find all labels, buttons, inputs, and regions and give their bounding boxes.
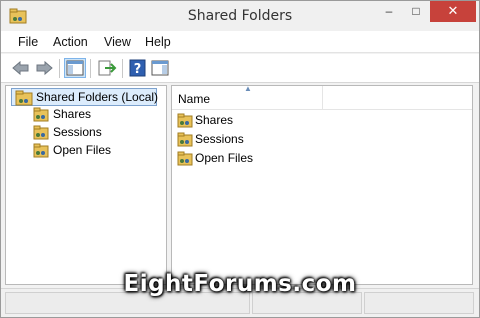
menu-bar: File Action View Help: [1, 31, 479, 53]
console-tree-pane[interactable]: Shared Folders (Local) Shares Sessions O…: [5, 85, 167, 285]
forward-arrow-icon[interactable]: [33, 58, 55, 78]
tree-item-sessions[interactable]: Sessions: [33, 124, 143, 142]
list-item-label: Sessions: [195, 132, 244, 146]
tree-root-label: Shared Folders (Local): [36, 90, 159, 104]
list-item-label: Shares: [195, 113, 234, 127]
menu-view[interactable]: View: [104, 35, 131, 49]
close-button[interactable]: ✕: [430, 1, 476, 22]
show-hide-console-tree-icon[interactable]: [64, 58, 86, 78]
toolbar-separator: [122, 59, 123, 78]
tree-item-label: Shares: [53, 107, 92, 121]
list-item-label: Open Files: [195, 151, 254, 165]
column-header-name[interactable]: Name ▲: [172, 84, 472, 110]
sessions-folder-icon: [33, 125, 49, 140]
tree-item-open-files[interactable]: Open Files: [33, 142, 143, 160]
shares-folder-icon: [177, 113, 193, 128]
title-bar[interactable]: Shared Folders – □ ✕: [1, 1, 479, 31]
column-divider[interactable]: [322, 86, 323, 109]
open-files-folder-icon: [177, 151, 193, 166]
tree-item-label: Open Files: [53, 143, 112, 157]
shares-folder-icon: [33, 107, 49, 122]
toolbar: ?: [1, 54, 479, 83]
minimize-button[interactable]: –: [376, 1, 402, 22]
svg-text:?: ?: [134, 62, 142, 77]
help-icon[interactable]: ?: [127, 58, 149, 78]
sessions-folder-icon: [177, 132, 193, 147]
column-header-label: Name: [178, 92, 211, 106]
toolbar-separator: [59, 59, 60, 78]
tree-root-shared-folders[interactable]: Shared Folders (Local): [11, 88, 159, 106]
tree-item-label: Sessions: [53, 125, 102, 139]
export-list-icon[interactable]: [96, 58, 118, 78]
toolbar-separator: [90, 59, 91, 78]
list-item-open-files[interactable]: Open Files: [177, 150, 317, 168]
list-item-shares[interactable]: Shares: [177, 112, 317, 130]
maximize-button[interactable]: □: [403, 1, 429, 22]
back-arrow-icon[interactable]: [10, 58, 32, 78]
show-action-pane-icon[interactable]: [149, 58, 171, 78]
list-item-sessions[interactable]: Sessions: [177, 131, 317, 149]
sort-ascending-icon: ▲: [244, 84, 252, 93]
results-list-pane[interactable]: Name ▲ Shares Sessions Open Files: [171, 84, 473, 285]
menu-file[interactable]: File: [18, 35, 38, 49]
menu-action[interactable]: Action: [53, 35, 88, 49]
open-files-folder-icon: [33, 143, 49, 158]
mmc-window: Shared Folders – □ ✕ File Action View He…: [0, 0, 480, 318]
shared-folders-icon: [15, 90, 33, 106]
menu-help[interactable]: Help: [145, 35, 171, 49]
tree-item-shares[interactable]: Shares: [33, 106, 143, 124]
watermark-logo: EightForums.com: [123, 271, 357, 297]
